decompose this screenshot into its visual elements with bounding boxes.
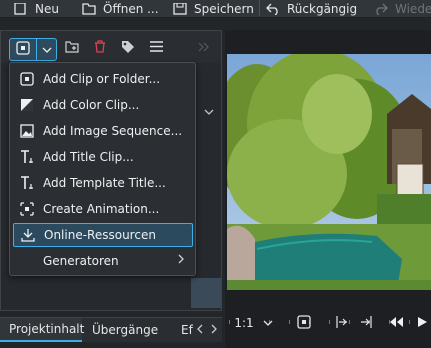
play-button[interactable] [413, 312, 431, 334]
menu-item-spacer [19, 253, 35, 269]
undo-button[interactable]: Rückgängig [266, 0, 357, 17]
menu-item-online-ressourcen[interactable]: Online-Ressourcen [13, 223, 193, 247]
color-clip-icon [19, 97, 35, 113]
set-out-point-button[interactable] [359, 312, 375, 334]
open-folder-icon [82, 2, 96, 15]
submenu-arrow-icon [177, 253, 185, 268]
undo-icon [266, 3, 280, 16]
more-actions-button[interactable] [195, 39, 213, 57]
play-icon [416, 316, 428, 331]
double-chevron-right-icon [198, 41, 210, 55]
video-preview[interactable] [227, 54, 431, 290]
add-clip-menu-button[interactable] [37, 39, 57, 60]
tag-icon [121, 40, 135, 57]
rewind-icon [388, 316, 404, 331]
redo-button[interactable]: Wiede [374, 0, 431, 17]
toolbar-separator [259, 0, 260, 16]
menu-item-add-title-clip[interactable]: Add Title Clip... [13, 145, 193, 169]
tab-label: Projektinhalt [9, 322, 85, 336]
add-clip-button-group[interactable] [9, 38, 57, 61]
video-frame-image [227, 54, 431, 290]
redo-button-label: Wiede [395, 1, 431, 16]
filter-combo[interactable] [196, 101, 221, 123]
menu-item-add-color-clip[interactable]: Add Color Clip... [13, 93, 193, 117]
dock-tab-bar: Projektinhalt Übergänge Ef [0, 317, 222, 342]
out-point-icon [360, 315, 374, 332]
add-clip-icon [16, 41, 30, 58]
menu-item-generatoren[interactable]: Generatoren [13, 249, 193, 273]
add-folder-icon [65, 40, 79, 56]
menu-item-label: Online-Ressourcen [44, 228, 156, 242]
zoom-select[interactable]: 1:1 [233, 312, 255, 334]
tab-scroll-left[interactable] [193, 323, 207, 337]
tab-projektinhalt[interactable]: Projektinhalt [0, 318, 85, 342]
tab-label: Übergänge [92, 323, 159, 337]
clip-monitor: 1:1 [225, 30, 431, 348]
save-button-label: Speichern [194, 1, 254, 16]
title-icon [19, 149, 35, 165]
zoom-label: 1:1 [234, 316, 254, 330]
trash-icon [94, 40, 106, 56]
delete-clip-button[interactable] [91, 39, 109, 57]
save-icon [173, 1, 187, 15]
tag-button[interactable] [119, 39, 137, 57]
set-zone-button[interactable] [295, 312, 313, 334]
new-document-icon [14, 1, 28, 15]
clip-icon [19, 71, 35, 87]
selected-clip-row[interactable] [191, 278, 221, 308]
menu-item-label: Add Title Clip... [43, 150, 134, 164]
open-button-label: Öffnen ... [103, 1, 159, 16]
menu-item-add-template-title[interactable]: Add Template Title... [13, 171, 193, 195]
menu-item-create-animation[interactable]: Create Animation... [13, 197, 193, 221]
main-toolbar: Neu Öffnen ... Speichern Rückgängig Wied… [0, 0, 431, 18]
menu-item-label: Add Template Title... [43, 176, 166, 190]
hamburger-menu-button[interactable] [147, 39, 165, 57]
add-clip-button[interactable] [10, 39, 36, 60]
menu-item-label: Add Image Sequence... [43, 124, 183, 138]
tab-uebergaenge[interactable]: Übergänge [83, 318, 167, 342]
save-button[interactable]: Speichern [173, 0, 254, 17]
tab-scroll-right[interactable] [207, 323, 221, 337]
menu-item-add-image-sequence[interactable]: Add Image Sequence... [13, 119, 193, 143]
chevron-left-icon [196, 323, 204, 337]
rewind-button[interactable] [387, 312, 405, 334]
chevron-down-icon [42, 43, 52, 57]
template-title-icon [19, 175, 35, 191]
tab-label: Ef [181, 323, 193, 337]
add-folder-button[interactable] [63, 39, 81, 57]
download-icon [20, 227, 36, 243]
menu-item-add-clip-or-folder[interactable]: Add Clip or Folder... [13, 67, 193, 91]
in-point-icon [334, 315, 348, 332]
menu-item-label: Add Clip or Folder... [43, 72, 161, 86]
menu-item-label: Create Animation... [43, 202, 160, 216]
menu-item-label: Add Color Clip... [43, 98, 140, 112]
open-button[interactable]: Öffnen ... [82, 0, 159, 17]
undo-button-label: Rückgängig [287, 1, 358, 16]
zone-icon [297, 314, 311, 332]
hamburger-menu-icon [149, 41, 163, 55]
add-clip-menu: Add Clip or Folder... Add Color Clip... … [9, 62, 196, 276]
new-button-label: Neu [35, 1, 59, 16]
image-sequence-icon [19, 123, 35, 139]
redo-icon [374, 3, 388, 16]
project-bin-toolbar [1, 31, 221, 63]
chevron-down-icon [263, 316, 273, 330]
new-button[interactable]: Neu [14, 0, 59, 17]
animation-icon [19, 201, 35, 217]
set-in-point-button[interactable] [333, 312, 349, 334]
menu-item-label: Generatoren [43, 254, 119, 268]
chevron-down-icon [204, 105, 214, 119]
zoom-dropdown[interactable] [261, 312, 275, 334]
chevron-right-icon [210, 323, 218, 337]
